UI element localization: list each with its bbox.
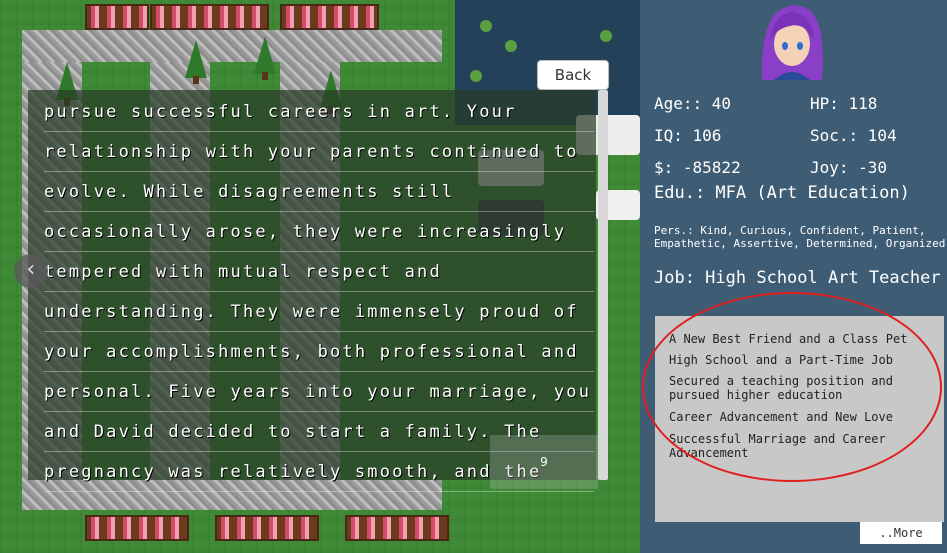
stone-path bbox=[22, 30, 442, 62]
character-panel: Age:: 40 HP: 118 IQ: 106 Soc.: 104 $: -8… bbox=[640, 0, 947, 553]
story-line: your accomplishments, both professional … bbox=[44, 332, 594, 372]
story-line: personal. Five years into your marriage,… bbox=[44, 372, 594, 412]
story-line: evolve. While disagreements still bbox=[44, 172, 594, 212]
story-scrollbar[interactable] bbox=[598, 90, 608, 480]
flower-bed bbox=[280, 4, 379, 30]
story-text: pursue successful careers in art. Your r… bbox=[44, 92, 594, 492]
hp-stat: HP: 118 bbox=[810, 94, 878, 113]
tree bbox=[254, 36, 276, 80]
personality-traits: Pers.: Kind, Curious, Confident, Patient… bbox=[654, 224, 946, 250]
age-stat: Age:: 40 bbox=[654, 94, 732, 113]
job-stat: Job: High School Art Teacher bbox=[654, 268, 941, 288]
story-line: tempered with mutual respect and bbox=[44, 252, 594, 292]
lily-pad bbox=[600, 30, 612, 42]
lily-pad bbox=[480, 20, 492, 32]
previous-page-button[interactable]: ‹ bbox=[14, 254, 48, 288]
flower-bed bbox=[150, 4, 269, 30]
flower-bed bbox=[345, 515, 449, 541]
page-number: 9 bbox=[490, 435, 598, 489]
lily-pad bbox=[470, 70, 482, 82]
game-map: pursue successful careers in art. Your r… bbox=[0, 0, 640, 553]
annotation-circle bbox=[642, 292, 942, 482]
story-line: pursue successful careers in art. Your bbox=[44, 92, 594, 132]
more-button[interactable]: ..More bbox=[860, 522, 942, 544]
story-line: understanding. They were immensely proud… bbox=[44, 292, 594, 332]
flower-bed bbox=[85, 515, 189, 541]
lily-pad bbox=[505, 40, 517, 52]
story-line: occasionally arose, they were increasing… bbox=[44, 212, 594, 252]
flower-bed bbox=[215, 515, 319, 541]
soc-stat: Soc.: 104 bbox=[810, 126, 897, 145]
flower-bed bbox=[85, 4, 149, 30]
education-stat: Edu.: MFA (Art Education) bbox=[654, 183, 910, 203]
iq-stat: IQ: 106 bbox=[654, 126, 722, 145]
tree bbox=[185, 40, 207, 84]
character-avatar bbox=[752, 0, 832, 80]
money-stat: $: -85822 bbox=[654, 158, 741, 177]
back-button[interactable]: Back bbox=[537, 60, 609, 90]
joy-stat: Joy: -30 bbox=[810, 158, 888, 177]
story-line: relationship with your parents continued… bbox=[44, 132, 594, 172]
